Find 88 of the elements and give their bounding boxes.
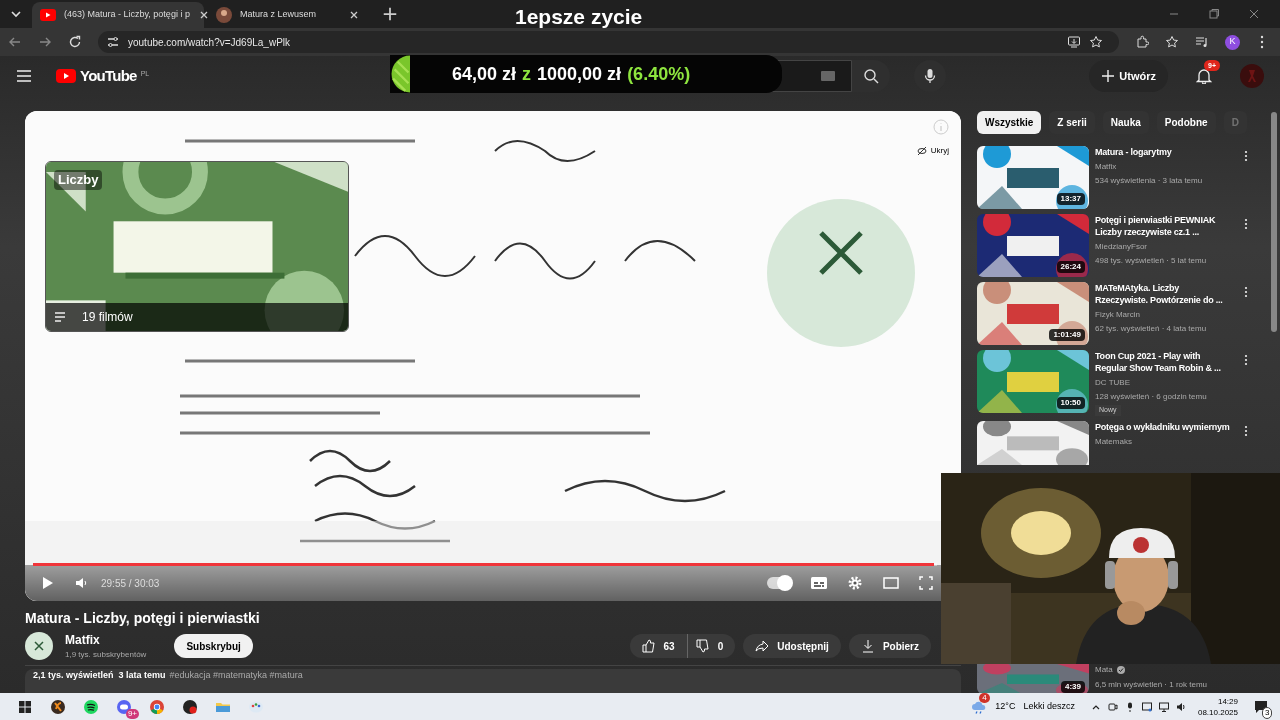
- browser-icon[interactable]: [148, 698, 165, 715]
- play-logo-icon: [40, 9, 56, 21]
- extensions-icon[interactable]: [1135, 35, 1149, 49]
- play-logo-icon[interactable]: [56, 69, 76, 83]
- bookmarks-icon[interactable]: [1165, 35, 1179, 49]
- share-button[interactable]: Udostępnij: [743, 634, 841, 658]
- dislike-button[interactable]: 0: [687, 634, 736, 658]
- filter-chip[interactable]: Wszystkie: [977, 111, 1042, 134]
- profile-avatar[interactable]: K: [1225, 34, 1240, 50]
- video-title[interactable]: Potęgi i pierwiastki PEWNIAK Liczby rzeczywiste cz.1 ...: [1095, 214, 1234, 238]
- video-meta: 534 wyświetlenia · 3 lata temu: [1095, 175, 1204, 187]
- recording-app-icon[interactable]: [181, 698, 198, 715]
- goal-target: 1000,00 zł: [537, 62, 622, 86]
- duration-badge: 1:01:49: [1049, 329, 1085, 341]
- download-button[interactable]: Pobierz: [848, 634, 931, 658]
- thumbs-down-icon: [695, 639, 710, 653]
- music-app-icon[interactable]: [82, 698, 99, 715]
- goal-current: 64,00 zł: [452, 62, 517, 86]
- tab-title: (463) Matura - Liczby, potęgi i p: [64, 8, 190, 22]
- star-icon[interactable]: [1089, 35, 1103, 49]
- duration-badge: 13:37: [1056, 193, 1085, 205]
- media-queue-icon[interactable]: [1195, 35, 1209, 49]
- subscriber-count: 1,9 tys. subskrybentów: [65, 649, 147, 661]
- video-meta: 498 tys. wyświetleń · 5 lat temu: [1095, 255, 1208, 267]
- notifications-icon[interactable]: [1196, 68, 1212, 84]
- create-button[interactable]: Utwórz: [1089, 60, 1168, 92]
- search-icon: [863, 68, 880, 84]
- like-button[interactable]: 63: [629, 634, 688, 658]
- video-title[interactable]: Potęga o wykładniku wymiernym: [1095, 420, 1234, 433]
- address-bar[interactable]: youtube.com/watch?v=Jd69La_wPlk: [98, 31, 1119, 53]
- close-icon[interactable]: [1248, 8, 1260, 20]
- channel-name[interactable]: MiedzianyFsor: [1095, 241, 1234, 253]
- hashtags[interactable]: #edukacja #matematyka #matura: [169, 670, 303, 693]
- app-badge: 9+: [125, 709, 139, 719]
- share-icon: [755, 639, 770, 653]
- thumbs-up-icon: [641, 639, 656, 653]
- clock[interactable]: 14:29 08.10.2025: [1197, 695, 1238, 718]
- video-title: Matura - Liczby, potęgi i pierwiastki: [25, 609, 261, 627]
- logo-text[interactable]: YouTube: [80, 64, 137, 88]
- video-title[interactable]: Matura - logarytmy: [1095, 146, 1234, 158]
- notification-center-icon[interactable]: [1254, 699, 1268, 714]
- back-icon[interactable]: [8, 35, 22, 49]
- avatar-icon: [216, 7, 232, 23]
- close-icon[interactable]: [348, 9, 360, 21]
- tab-title: Matura z Lewusem: [240, 8, 318, 22]
- plus-icon: [1101, 69, 1116, 83]
- video-title[interactable]: MATeMAtyka. Liczby Rzeczywiste. Powtórzenie do ...: [1095, 282, 1234, 306]
- download-icon: [860, 639, 875, 653]
- screen-share-icon[interactable]: [1141, 701, 1152, 712]
- clock-time: 14:29: [1217, 695, 1238, 707]
- video-meta: 6,5 mln wyświetleń · 1 rok temu: [1095, 679, 1208, 691]
- overlay-title: 1epsze zycie: [515, 6, 643, 28]
- weather-badge: 4: [979, 692, 990, 703]
- temperature[interactable]: 12°C: [995, 699, 1016, 714]
- channel-name[interactable]: Matfix: [1095, 161, 1234, 173]
- channel-name[interactable]: Matfix: [65, 631, 147, 649]
- site-settings-icon[interactable]: [106, 35, 120, 49]
- menu-icon[interactable]: [16, 68, 32, 84]
- goal-percent: (6.40%): [627, 62, 691, 86]
- install-icon[interactable]: [1067, 35, 1081, 49]
- subscribe-button[interactable]: Subskrybuj: [174, 634, 253, 658]
- forward-icon[interactable]: [38, 35, 52, 49]
- channel-name[interactable]: Matemaks: [1095, 435, 1234, 448]
- channel-name[interactable]: Fizyk Marcin: [1095, 309, 1234, 321]
- browser-tab[interactable]: Matura z Lewusem: [208, 2, 368, 28]
- keyboard-icon[interactable]: [821, 71, 836, 81]
- duration-badge: 4:39: [1061, 681, 1085, 693]
- scrollbar[interactable]: [1271, 112, 1277, 332]
- weather-condition[interactable]: Lekki deszcz: [1023, 699, 1075, 714]
- video-meta: 62 tys. wyświetleń · 4 lata temu: [1095, 323, 1208, 335]
- goal-separator: z: [522, 62, 532, 86]
- notification-count: 3: [1262, 706, 1273, 719]
- camera-icon[interactable]: [1107, 701, 1118, 712]
- speaker-icon[interactable]: [1175, 701, 1186, 712]
- start-icon[interactable]: [16, 698, 33, 715]
- channel-avatar-icon[interactable]: [25, 632, 53, 660]
- channel-name[interactable]: Mata: [1095, 664, 1113, 676]
- duration-badge: 26:24: [1056, 261, 1085, 273]
- video-meta: 128 wyświetleń · 6 godzin temu: [1095, 391, 1208, 403]
- reload-icon[interactable]: [68, 35, 82, 49]
- duration-badge: 10:50: [1056, 397, 1085, 409]
- view-stats: 2,1 tys. wyświetleń 3 lata temu: [33, 670, 166, 682]
- microphone-icon: [924, 68, 937, 84]
- network-icon[interactable]: [1158, 701, 1169, 712]
- clock-date: 08.10.2025: [1197, 706, 1238, 718]
- restore-icon[interactable]: [1208, 8, 1220, 20]
- channel-name[interactable]: DC TUBE: [1095, 377, 1234, 389]
- video-title[interactable]: Toon Cup 2021 - Play with Regular Show Team Robin & ...: [1095, 350, 1234, 374]
